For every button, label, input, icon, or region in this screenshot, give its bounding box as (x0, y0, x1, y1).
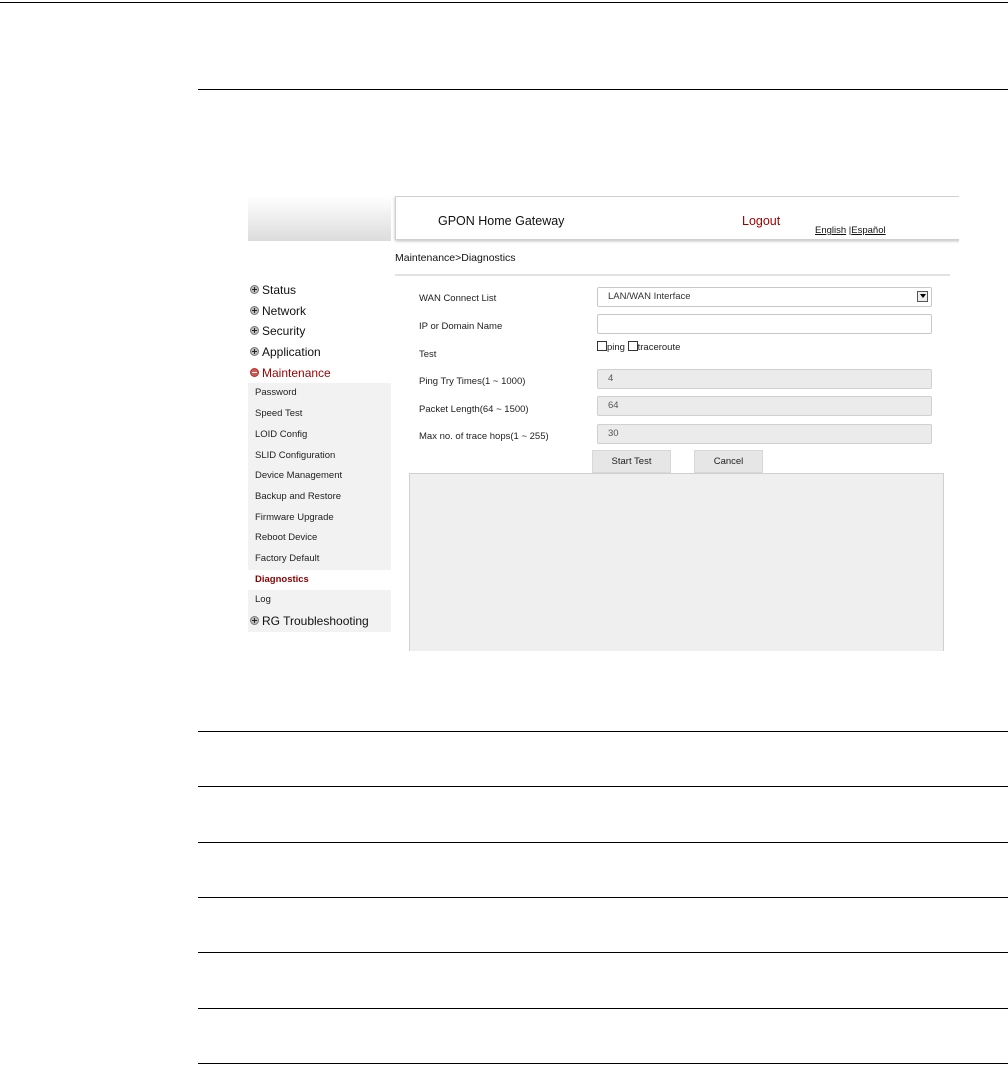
expand-plus-icon (250, 326, 259, 336)
ip-domain-input[interactable] (597, 314, 932, 334)
logout-link[interactable]: Logout (742, 214, 780, 228)
diagnostics-output-area[interactable] (409, 473, 944, 651)
sidebar-item-label: RG Troubleshooting (262, 614, 369, 628)
wan-connect-value: LAN/WAN Interface (608, 291, 691, 302)
lang-espanol-link[interactable]: Español (851, 225, 885, 236)
table-rule-1 (198, 731, 1008, 732)
sidebar-subitem-loid-config[interactable]: LOID Config (248, 424, 391, 446)
ip-domain-label: IP or Domain Name (419, 321, 503, 332)
breadcrumb: Maintenance>Diagnostics (395, 252, 516, 264)
sidebar-subitem-speed-test[interactable]: Speed Test (248, 404, 391, 425)
expand-plus-icon (250, 305, 259, 315)
expand-plus-icon (250, 347, 259, 357)
brand-title: GPON Home Gateway (438, 214, 565, 228)
collapse-minus-icon (250, 367, 259, 377)
sidebar-subitem-slid-configuration[interactable]: SLID Configuration (248, 445, 391, 467)
sidebar-item-label: Maintenance (262, 365, 331, 380)
sidebar-header (248, 196, 391, 241)
table-rule-4 (198, 897, 1008, 898)
wan-connect-select[interactable]: LAN/WAN Interface (597, 287, 932, 307)
lang-english-link[interactable]: English (815, 225, 846, 236)
chevron-down-icon (917, 291, 928, 302)
traceroute-checkbox-label: traceroute (637, 342, 681, 353)
section-rule (198, 89, 1008, 90)
ping-checkbox[interactable] (597, 341, 607, 351)
sidebar-item-security[interactable]: Security (248, 321, 391, 342)
table-rule-6 (198, 1008, 1008, 1009)
table-rule-2 (198, 786, 1008, 787)
expand-plus-icon (250, 616, 259, 625)
expand-plus-icon (250, 285, 259, 294)
sidebar-subitem-factory-default[interactable]: Factory Default (248, 548, 391, 570)
gateway-screenshot: GPON Home Gateway Logout English |Españo… (248, 196, 959, 651)
sidebar-item-network[interactable]: Network (248, 301, 391, 322)
ping-checkbox-label: ping (607, 342, 625, 353)
sidebar: Status Network Security Application Main… (248, 280, 391, 632)
ping-try-times-label: Ping Try Times(1 ~ 1000) (419, 376, 526, 387)
sidebar-subitem-firmware-upgrade[interactable]: Firmware Upgrade (248, 507, 391, 529)
packet-length-input[interactable]: 64 (597, 396, 932, 416)
cancel-button[interactable]: Cancel (694, 450, 763, 473)
top-rule (0, 2, 1008, 3)
max-trace-hops-input[interactable]: 30 (597, 424, 932, 444)
traceroute-checkbox[interactable] (627, 341, 638, 351)
sidebar-subitem-device-management[interactable]: Device Management (248, 466, 391, 487)
sidebar-item-status[interactable]: Status (248, 280, 391, 301)
sidebar-item-rg-troubleshooting[interactable]: RG Troubleshooting (248, 611, 391, 632)
table-rule-3 (198, 842, 1008, 843)
sidebar-item-label: Status (262, 283, 297, 297)
sidebar-subitem-backup-restore[interactable]: Backup and Restore (248, 486, 391, 508)
top-header: GPON Home Gateway Logout English |Españo… (395, 196, 959, 240)
table-rule-7 (198, 1063, 1008, 1064)
sidebar-subitem-log[interactable]: Log (248, 590, 391, 611)
wan-connect-list-label: WAN Connect List (419, 293, 497, 304)
language-switch: English |Español (815, 225, 886, 236)
test-options: ping traceroute (597, 341, 680, 353)
sidebar-item-maintenance[interactable]: Maintenance (248, 363, 391, 384)
max-trace-hops-label: Max no. of trace hops(1 ~ 255) (419, 431, 549, 442)
test-label: Test (419, 349, 437, 360)
packet-length-label: Packet Length(64 ~ 1500) (419, 404, 529, 415)
ping-try-times-input[interactable]: 4 (597, 369, 932, 389)
sidebar-item-label: Application (262, 345, 321, 360)
start-test-button[interactable]: Start Test (592, 450, 671, 473)
sidebar-item-label: Network (262, 303, 307, 318)
sidebar-subitem-diagnostics[interactable]: Diagnostics (248, 569, 391, 591)
header-divider (395, 274, 950, 276)
sidebar-subitem-reboot-device[interactable]: Reboot Device (248, 528, 391, 549)
table-rule-5 (198, 952, 1008, 953)
sidebar-item-application[interactable]: Application (248, 342, 391, 363)
sidebar-item-label: Security (262, 324, 306, 339)
sidebar-subitem-password[interactable]: Password (248, 383, 391, 405)
